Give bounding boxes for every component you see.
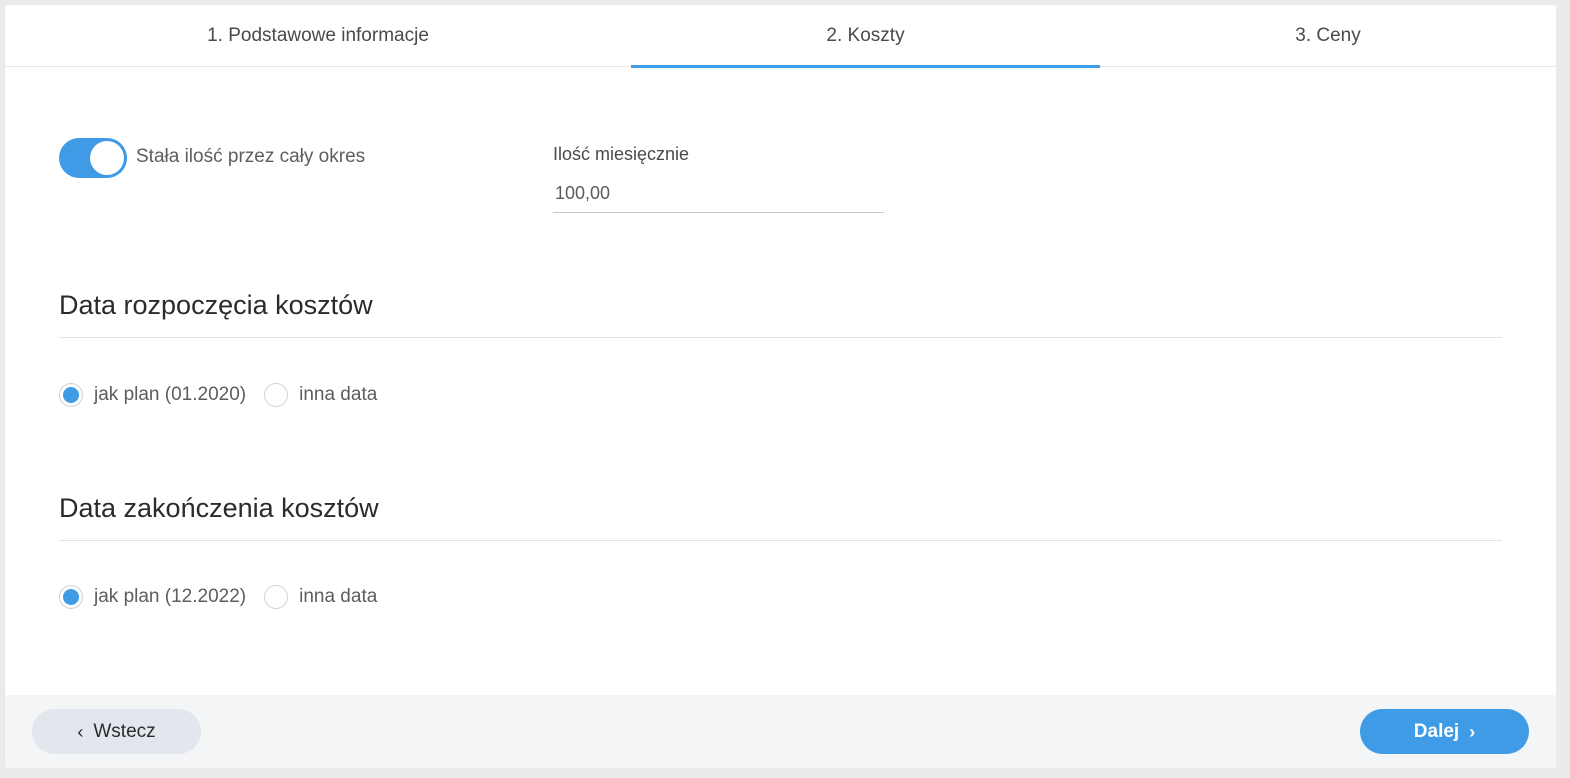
end-date-other-radio[interactable]: inna data [264, 585, 377, 609]
cost-dialog: 1. Podstawowe informacje 2. Koszty 3. Ce… [5, 5, 1556, 768]
radio-label: jak plan (12.2022) [94, 586, 247, 607]
tab-label: 1. Podstawowe informacje [207, 24, 429, 46]
radio-unchecked-icon [264, 383, 289, 407]
radio-checked-icon [59, 383, 83, 407]
tab-label: 2. Koszty [826, 24, 905, 46]
chevron-left-icon: ‹ [77, 721, 84, 742]
chevron-right-icon: › [1469, 721, 1476, 742]
radio-label: inna data [299, 384, 378, 405]
radio-label: jak plan (01.2020) [94, 384, 247, 405]
next-button[interactable]: Dalej › [1360, 709, 1529, 754]
tab-prices[interactable]: 3. Ceny [1100, 5, 1556, 66]
monthly-quantity-input[interactable] [553, 175, 884, 213]
end-date-heading: Data zakończenia kosztów [59, 493, 379, 523]
constant-quantity-toggle[interactable] [59, 138, 127, 178]
back-button-label: Wstecz [93, 720, 156, 742]
start-date-options: jak plan (01.2020) inna data [59, 381, 395, 409]
dialog-footer: ‹ Wstecz Dalej › [5, 695, 1556, 768]
start-date-as-plan-radio[interactable]: jak plan (01.2020) [59, 383, 246, 407]
monthly-quantity-label: Ilość miesięcznie [553, 144, 690, 164]
end-date-as-plan-radio[interactable]: jak plan (12.2022) [59, 585, 246, 609]
wizard-tabs: 1. Podstawowe informacje 2. Koszty 3. Ce… [5, 5, 1556, 68]
tab-label: 3. Ceny [1295, 24, 1361, 46]
start-date-heading: Data rozpoczęcia kosztów [59, 290, 373, 320]
active-tab-indicator [631, 65, 1100, 68]
divider [59, 540, 1502, 541]
next-button-label: Dalej [1413, 720, 1460, 742]
toggle-knob [90, 141, 124, 175]
radio-label: inna data [299, 586, 378, 607]
divider [59, 337, 1502, 338]
start-date-other-radio[interactable]: inna data [264, 383, 377, 407]
back-button[interactable]: ‹ Wstecz [32, 709, 201, 754]
radio-checked-icon [59, 585, 83, 609]
end-date-options: jak plan (12.2022) inna data [59, 583, 395, 611]
tab-basic-info[interactable]: 1. Podstawowe informacje [5, 5, 631, 66]
radio-unchecked-icon [264, 585, 289, 609]
constant-quantity-label: Stała ilość przez cały okres [136, 146, 366, 167]
tab-costs[interactable]: 2. Koszty [631, 5, 1100, 66]
